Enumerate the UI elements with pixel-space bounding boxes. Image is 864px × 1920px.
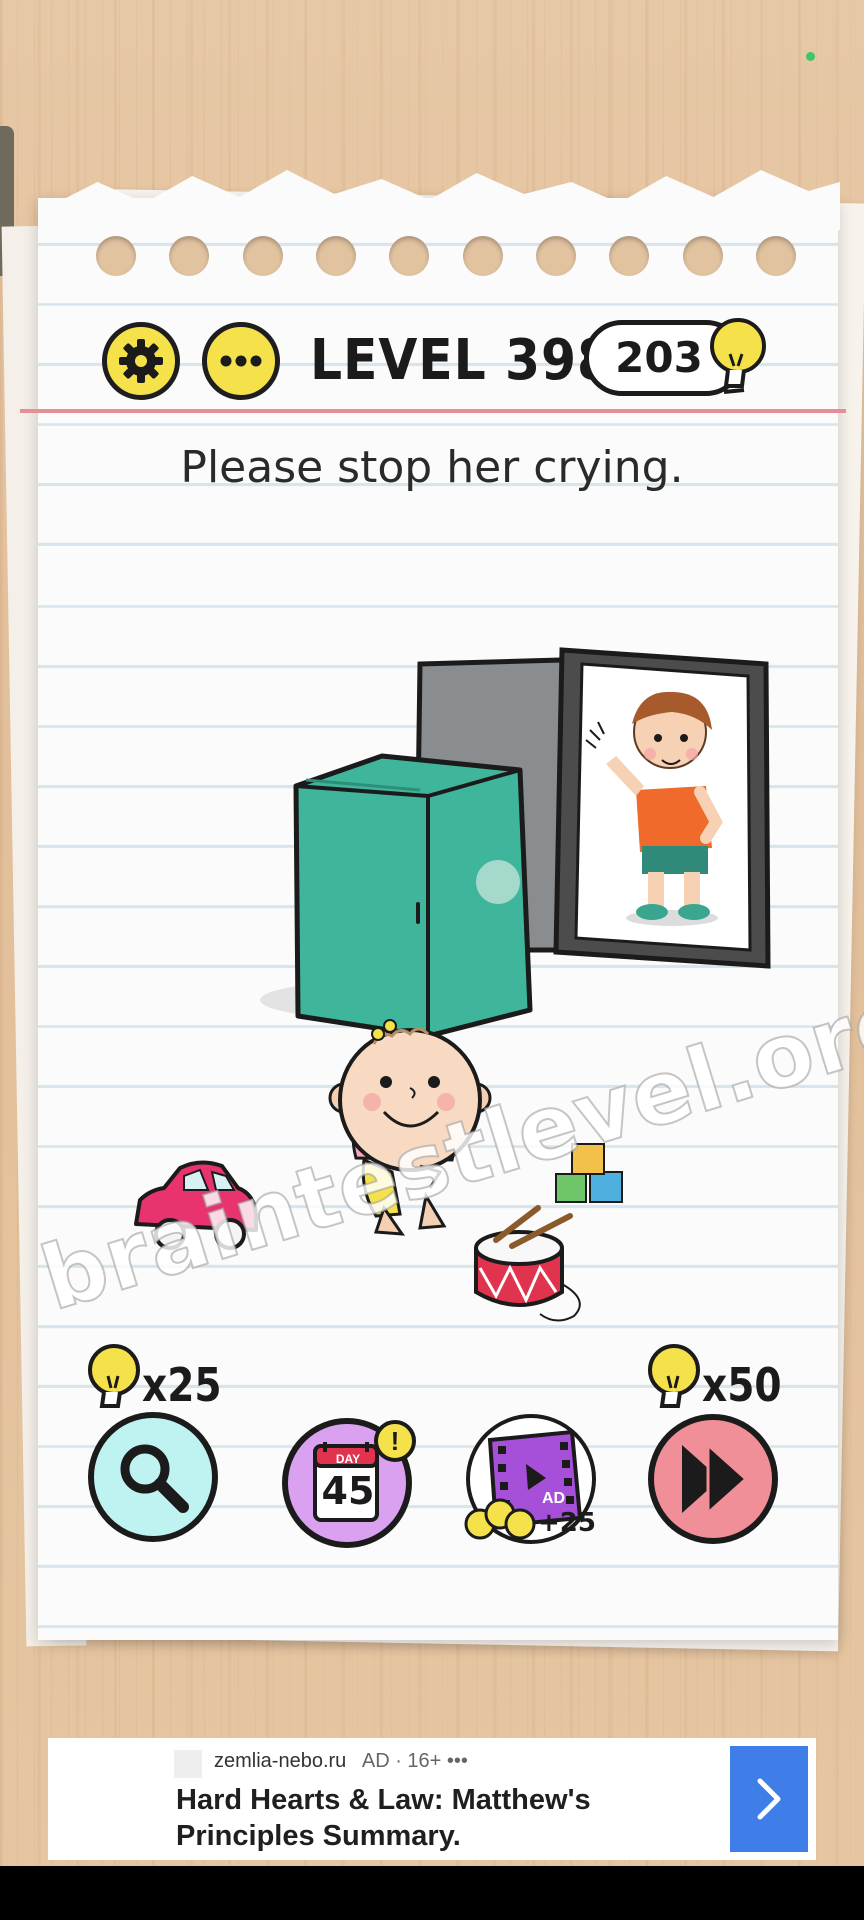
ad-banner[interactable]: zemlia-nebo.ru AD · 16+ ••• Hard Hearts … xyxy=(48,1738,816,1860)
ad-domain-text: zemlia-nebo.ru xyxy=(214,1750,347,1772)
green-fridge[interactable] xyxy=(293,753,533,1039)
reward-bulbs-icon xyxy=(464,1498,536,1540)
magnifier-icon xyxy=(120,1444,189,1513)
system-nav-bar xyxy=(0,1866,864,1920)
search-cost-bulb-icon xyxy=(88,1344,140,1408)
ad-logo xyxy=(174,1750,202,1778)
ad-badge: AD · 16+ ••• xyxy=(361,1750,468,1772)
toy-drum[interactable] xyxy=(474,1205,581,1322)
skip-cost: x50 xyxy=(702,1358,782,1412)
boy-poster[interactable] xyxy=(553,647,771,969)
ad-title: Hard Hearts & Law: Matthew's Principles … xyxy=(176,1784,591,1852)
skip-level-button[interactable] xyxy=(648,1414,778,1544)
fast-forward-icon xyxy=(682,1441,749,1517)
chevron-right-icon xyxy=(757,1778,781,1820)
video-reward: +25 xyxy=(538,1508,596,1538)
search-hint-button[interactable] xyxy=(88,1412,218,1542)
daily-alert-badge: ! xyxy=(374,1420,416,1462)
video-ad-label: AD xyxy=(542,1490,566,1507)
skip-cost-bulb-icon xyxy=(648,1344,700,1408)
search-cost: x25 xyxy=(142,1358,222,1412)
calendar-day-label: DAY xyxy=(335,1452,361,1466)
ad-open-button[interactable] xyxy=(730,1746,808,1852)
ad-domain: zemlia-nebo.ru AD · 16+ ••• xyxy=(214,1750,468,1773)
calendar-day-number: 45 xyxy=(321,1469,375,1513)
puzzle-scene xyxy=(134,647,771,1322)
